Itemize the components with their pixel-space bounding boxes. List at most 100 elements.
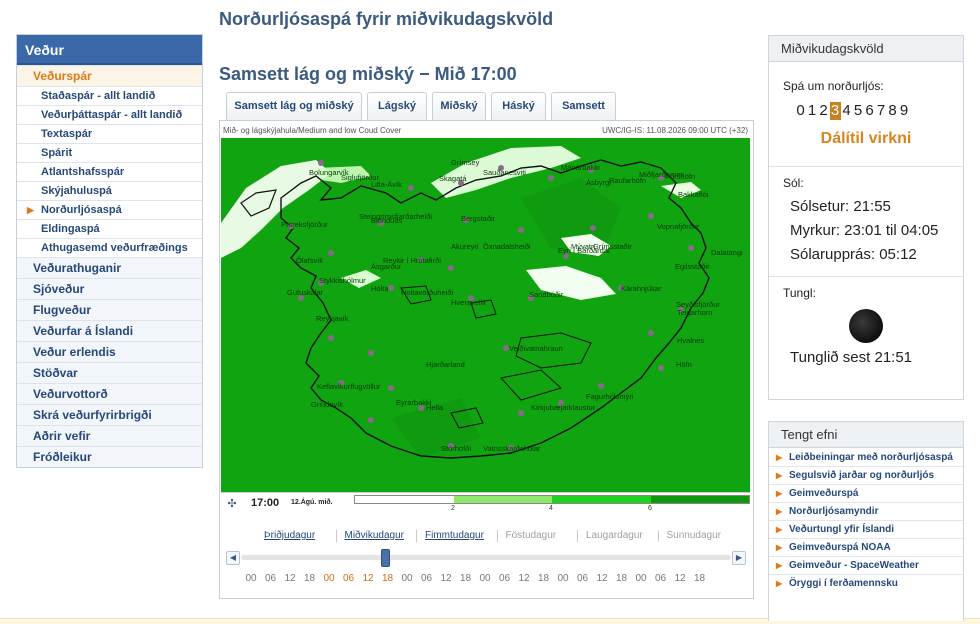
- hour-tick[interactable]: 06: [573, 573, 593, 584]
- divider: [769, 276, 963, 277]
- hour-tick[interactable]: 18: [456, 573, 476, 584]
- nav-item-athugasemd-ve-urfr-ings[interactable]: Athugasemd veðurfræðings: [17, 238, 202, 257]
- tab-samsett-lag-og-mi-sky[interactable]: Samsett lág og miðský: [226, 92, 362, 120]
- hour-tick[interactable]: 00: [241, 573, 261, 584]
- kp-value: 9: [899, 102, 909, 119]
- cloud-cover-map[interactable]: Bolungarvík Siglufjörður Grímsey Sauðanesvi…: [221, 138, 750, 492]
- day-fimmtudagur[interactable]: Fimmtudagur: [425, 530, 484, 541]
- hour-tick[interactable]: 12: [280, 573, 300, 584]
- nav-item-label: Staðaspár - allt landið: [41, 90, 156, 102]
- scale-swatch: [355, 496, 454, 503]
- nav-item-label: Eldingaspá: [41, 223, 100, 235]
- place-label-karahnjukar: Kárahnjúkar: [621, 284, 662, 293]
- hour-tick[interactable]: 06: [261, 573, 281, 584]
- link-arrow-icon: ▶: [776, 507, 783, 516]
- nav-item-sjove-ur[interactable]: Sjóveður: [17, 278, 202, 299]
- related-link-segulsvi-jar-ar-og-nor-urljos[interactable]: ▶ Segulsvið jarðar og norðurljós: [769, 466, 963, 484]
- current-arrow-icon: ▶: [27, 205, 34, 215]
- forecast-subtitle: Samsett lág og miðský − Mið 17:00: [219, 64, 517, 84]
- hour-tick[interactable]: 12: [436, 573, 456, 584]
- nav-item-ve-urvottor[interactable]: Veðurvottorð: [17, 383, 202, 404]
- hour-tick[interactable]: 18: [300, 573, 320, 584]
- nav-item-sparit[interactable]: Spárit: [17, 143, 202, 162]
- hour-tick[interactable]: 00: [475, 573, 495, 584]
- nav-item-flugve-ur[interactable]: Flugveður: [17, 299, 202, 320]
- hour-tick[interactable]: 00: [631, 573, 651, 584]
- left-nav: Veður Veðurspár Staðaspár - allt landið Ve…: [16, 34, 203, 468]
- hour-tick[interactable]: 18: [612, 573, 632, 584]
- hour-tick[interactable]: 12: [592, 573, 612, 584]
- nav-item-label: Veðurathuganir: [33, 261, 122, 275]
- place-label-manarbakki: Mánárbakki: [561, 163, 600, 172]
- slider-next-button[interactable]: ▶: [732, 551, 746, 565]
- place-label-fagurholsmyri: Fagurhólsmýri: [586, 392, 634, 401]
- link-arrow-icon: ▶: [776, 561, 783, 570]
- map-time: 17:00: [251, 497, 280, 509]
- nav-item-skyjahuluspa[interactable]: Skýjahuluspá: [17, 181, 202, 200]
- slider-track[interactable]: [241, 555, 731, 560]
- kp-value: 6: [865, 102, 874, 119]
- day-laugardagur: Laugardagur: [586, 530, 643, 541]
- nav-item-ve-ur-attaspar-allt-landi[interactable]: Veðurþáttaspár - allt landið: [17, 105, 202, 124]
- related-link-label: Segulsvið jarðar og norðurljós: [789, 470, 935, 481]
- hour-tick[interactable]: 12: [670, 573, 690, 584]
- moon-label: Tungl:: [783, 286, 816, 300]
- fullscreen-icon[interactable]: ✣: [224, 496, 240, 512]
- hour-tick[interactable]: 06: [651, 573, 671, 584]
- hour-tick[interactable]: 06: [417, 573, 437, 584]
- hour-tick[interactable]: 00: [319, 573, 339, 584]
- tab-hasky[interactable]: Háský: [491, 92, 546, 120]
- nav-item-atlantshafsspar[interactable]: Atlantshafsspár: [17, 162, 202, 181]
- place-label-oxnadalshei-i: Öxnadalsheiði: [483, 242, 531, 251]
- nav-item-textaspar[interactable]: Textaspár: [17, 124, 202, 143]
- nav-item-eldingaspa[interactable]: Eldingaspá: [17, 219, 202, 238]
- tab-mi-sky[interactable]: Miðský: [432, 92, 486, 120]
- nav-item-label: Sjóveður: [33, 282, 85, 296]
- hour-tick[interactable]: 06: [339, 573, 359, 584]
- tab-samsett[interactable]: Samsett: [551, 92, 616, 120]
- hour-tick[interactable]: 18: [690, 573, 710, 584]
- place-label-vopnafjor-ur: Vopnafjörður: [657, 222, 700, 231]
- kp-value: 0: [796, 102, 805, 119]
- related-link-oryggi-i-fer-amennsku[interactable]: ▶ Öryggi í ferðamennsku: [769, 574, 963, 592]
- hour-tick[interactable]: 18: [534, 573, 554, 584]
- hour-tick[interactable]: 12: [358, 573, 378, 584]
- related-link-geimve-urspa-noaa[interactable]: ▶ Geimveðurspá NOAA: [769, 538, 963, 556]
- nav-item-ve-ur-erlendis[interactable]: Veður erlendis: [17, 341, 202, 362]
- kp-value: 8: [888, 102, 897, 119]
- nav-item-ve-urathuganir[interactable]: Veðurathuganir: [17, 257, 202, 278]
- related-link-lei-beiningar-me-nor-urljosaspa[interactable]: ▶ Leiðbeiningar með norðurljósaspá: [769, 449, 963, 466]
- nav-item-a-rir-vefir[interactable]: Aðrir vefir: [17, 425, 202, 446]
- kp-value: 7: [876, 102, 886, 119]
- scale-tick: 6: [648, 505, 652, 512]
- hour-tick[interactable]: 00: [553, 573, 573, 584]
- related-link-nor-urljosamyndir[interactable]: ▶ Norðurljósamyndir: [769, 502, 963, 520]
- slider-thumb[interactable]: [381, 549, 390, 567]
- tab-lagsky[interactable]: Lágský: [367, 92, 427, 120]
- nav-item-skra-ve-urfyrirbrig-i[interactable]: Skrá veðurfyrirbrigði: [17, 404, 202, 425]
- nav-header[interactable]: Veður: [17, 35, 202, 65]
- hour-tick[interactable]: 06: [495, 573, 515, 584]
- related-link-geimve-urspa[interactable]: ▶ Geimveðurspá: [769, 484, 963, 502]
- kp-value: 5: [853, 102, 863, 119]
- day-ri-judagur[interactable]: Þriðjudagur: [264, 530, 315, 541]
- place-label-grindavik: Grindavík: [311, 400, 344, 409]
- place-label-asbyrgi: Ásbyrgi: [586, 178, 612, 187]
- nav-item-ve-urspar[interactable]: Veðurspár: [17, 65, 202, 86]
- scale-swatch: [650, 496, 749, 503]
- nav-item-sto-var[interactable]: Stöðvar: [17, 362, 202, 383]
- day-mi-vikudagur[interactable]: Miðvikudagur: [345, 530, 404, 541]
- link-arrow-icon: ▶: [776, 489, 783, 498]
- nav-item-sta-aspar-allt-landi[interactable]: Staðaspár - allt landið: [17, 86, 202, 105]
- hour-tick[interactable]: 00: [397, 573, 417, 584]
- forecast-label: Spá um norðurljós:: [783, 79, 884, 93]
- hour-tick[interactable]: 12: [514, 573, 534, 584]
- related-link-ve-urtungl-yfir-islandi[interactable]: ▶ Veðurtungl yfir Íslandi: [769, 520, 963, 538]
- slider-prev-button[interactable]: ◀: [226, 551, 240, 565]
- map-date: 12.Ágú. mið.: [291, 499, 333, 506]
- nav-item-fro-leikur[interactable]: Fróðleikur: [17, 446, 202, 467]
- nav-item-ve-urfar-a-islandi[interactable]: Veðurfar á Íslandi: [17, 320, 202, 341]
- nav-item-nor-urljosaspa[interactable]: ▶ Norðurljósaspá: [17, 200, 202, 219]
- hour-tick[interactable]: 18: [378, 573, 398, 584]
- related-link-geimve-ur-spaceweather[interactable]: ▶ Geimveður - SpaceWeather: [769, 556, 963, 574]
